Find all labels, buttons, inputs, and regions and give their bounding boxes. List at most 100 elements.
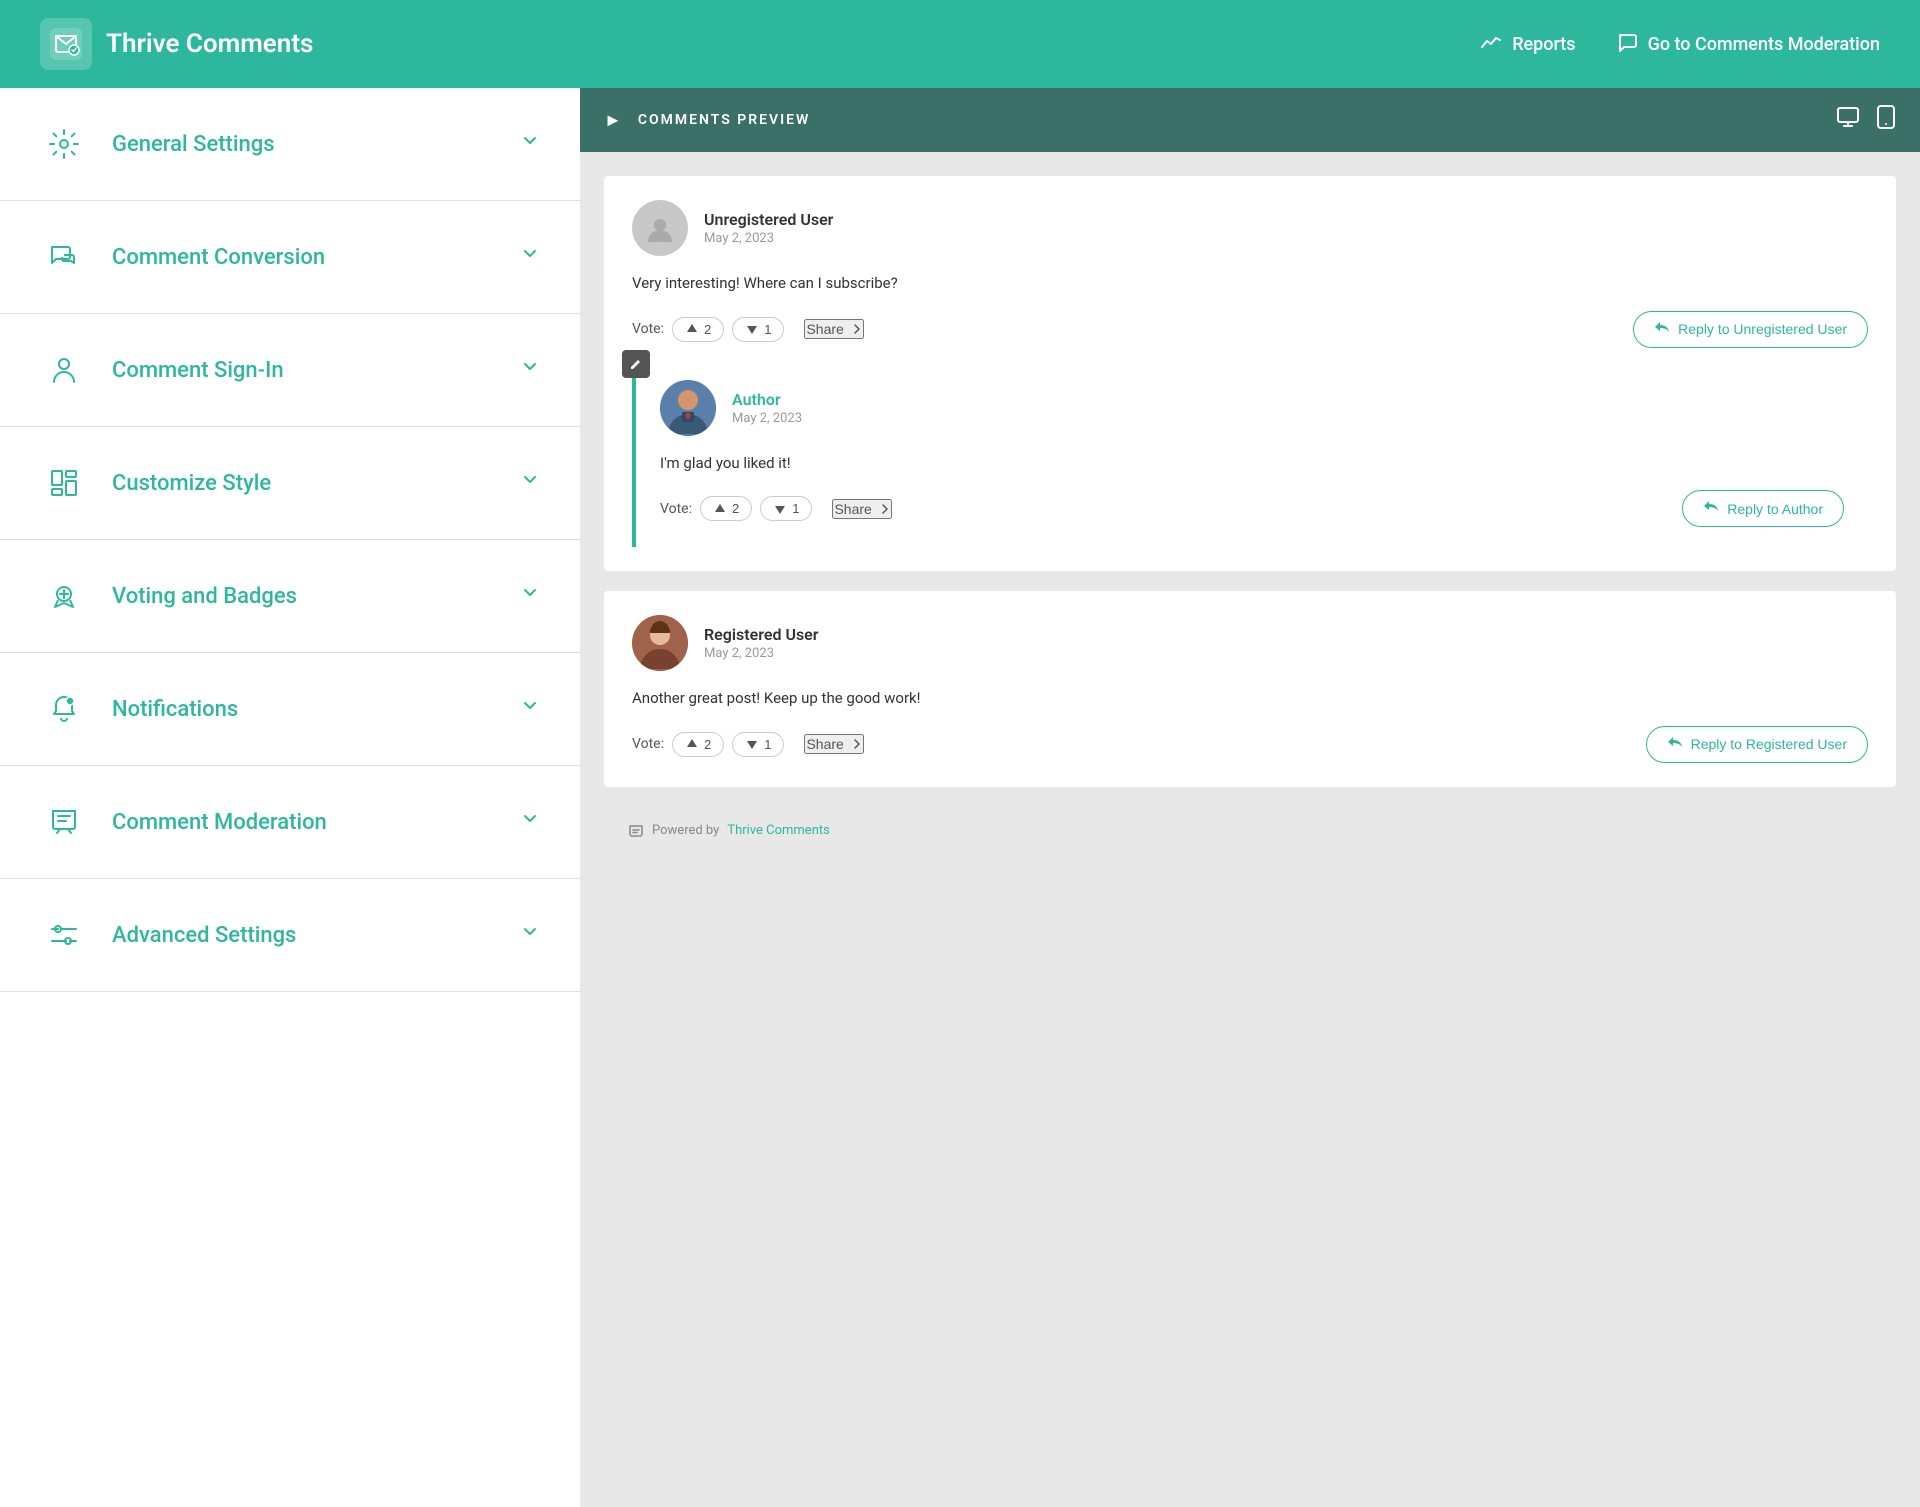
unregistered-comment-body: Very interesting! Where can I subscribe? bbox=[632, 272, 1868, 295]
voting-badges-chevron bbox=[520, 583, 540, 609]
nested-comment-author: Author May 2, 2023 I'm glad you liked it… bbox=[632, 360, 1868, 548]
vote-label-registered: Vote: bbox=[632, 736, 664, 752]
sidebar-item-notifications[interactable]: Notifications bbox=[0, 653, 580, 766]
unregistered-comment-actions: Vote: 2 1 Share bbox=[632, 311, 1868, 348]
comment-sign-in-icon bbox=[40, 346, 88, 394]
advanced-settings-icon bbox=[40, 911, 88, 959]
comment-moderation-label: Comment Moderation bbox=[112, 810, 520, 835]
voting-badges-icon bbox=[40, 572, 88, 620]
mobile-view-icon[interactable] bbox=[1876, 105, 1896, 135]
upvote-count-unregistered: 2 bbox=[704, 322, 711, 337]
desktop-view-icon[interactable] bbox=[1836, 105, 1860, 135]
advanced-settings-chevron bbox=[520, 922, 540, 948]
reply-button-author[interactable]: Reply to Author bbox=[1682, 490, 1844, 527]
registered-comment-body: Another great post! Keep up the good wor… bbox=[632, 687, 1868, 710]
unregistered-vote-section: Vote: 2 1 Share bbox=[632, 317, 1633, 342]
share-button-author[interactable]: Share bbox=[832, 499, 891, 519]
notifications-icon bbox=[40, 685, 88, 733]
general-settings-chevron bbox=[520, 131, 540, 157]
upvote-count-registered: 2 bbox=[704, 737, 711, 752]
unregistered-date: May 2, 2023 bbox=[704, 231, 833, 246]
notifications-chevron bbox=[520, 696, 540, 722]
downvote-button-unregistered[interactable]: 1 bbox=[732, 317, 784, 342]
reply-button-registered[interactable]: Reply to Registered User bbox=[1646, 726, 1868, 763]
voting-badges-label: Voting and Badges bbox=[112, 584, 520, 609]
author-user-info: Author May 2, 2023 bbox=[732, 390, 802, 426]
preview-expand-icon[interactable]: ► bbox=[604, 110, 622, 131]
main-layout: General Settings Comment Conversion bbox=[0, 88, 1920, 1507]
moderation-icon bbox=[1616, 31, 1638, 58]
share-button-registered[interactable]: Share bbox=[804, 734, 863, 754]
sidebar-item-comment-conversion[interactable]: Comment Conversion bbox=[0, 201, 580, 314]
registered-date: May 2, 2023 bbox=[704, 646, 819, 661]
reply-button-unregistered[interactable]: Reply to Unregistered User bbox=[1633, 311, 1868, 348]
upvote-count-author: 2 bbox=[732, 501, 739, 516]
downvote-button-registered[interactable]: 1 bbox=[732, 732, 784, 757]
comment-sign-in-chevron bbox=[520, 357, 540, 383]
unregistered-avatar bbox=[632, 200, 688, 256]
sidebar-item-comment-moderation[interactable]: Comment Moderation bbox=[0, 766, 580, 879]
preview-panel: ► COMMENTS PREVIEW bbox=[580, 88, 1920, 1507]
upvote-button-author[interactable]: 2 bbox=[700, 496, 752, 521]
vote-label: Vote: bbox=[632, 321, 664, 337]
author-comment-body: I'm glad you liked it! bbox=[660, 452, 1844, 475]
comment-conversion-label: Comment Conversion bbox=[112, 245, 520, 270]
comment-conversion-chevron bbox=[520, 244, 540, 270]
registered-comment-actions: Vote: 2 1 Share bbox=[632, 726, 1868, 763]
reports-icon bbox=[1480, 31, 1502, 58]
downvote-button-author[interactable]: 1 bbox=[760, 496, 812, 521]
reply-label-unregistered: Reply to Unregistered User bbox=[1678, 321, 1847, 337]
edit-icon-badge bbox=[622, 350, 650, 378]
powered-by-link[interactable]: Thrive Comments bbox=[727, 823, 830, 838]
advanced-settings-label: Advanced Settings bbox=[112, 923, 520, 948]
header-nav: Reports Go to Comments Moderation bbox=[1480, 31, 1880, 58]
sidebar-item-voting-badges[interactable]: Voting and Badges bbox=[0, 540, 580, 653]
moderation-label: Go to Comments Moderation bbox=[1648, 34, 1880, 55]
vote-label-author: Vote: bbox=[660, 501, 692, 517]
preview-view-icons bbox=[1836, 105, 1896, 135]
author-date: May 2, 2023 bbox=[732, 411, 802, 426]
customize-style-chevron bbox=[520, 470, 540, 496]
sidebar-item-advanced-settings[interactable]: Advanced Settings bbox=[0, 879, 580, 992]
comment-moderation-icon bbox=[40, 798, 88, 846]
registered-user-info: Registered User May 2, 2023 bbox=[704, 625, 819, 661]
reply-icon-author bbox=[1703, 499, 1719, 518]
registered-vote-section: Vote: 2 1 Share bbox=[632, 732, 1646, 757]
reply-label-author: Reply to Author bbox=[1727, 501, 1823, 517]
logo-icon bbox=[40, 18, 92, 70]
sidebar-item-general-settings[interactable]: General Settings bbox=[0, 88, 580, 201]
customize-style-label: Customize Style bbox=[112, 471, 520, 496]
powered-by-section: Powered by Thrive Comments bbox=[604, 807, 1896, 855]
unregistered-username: Unregistered User bbox=[704, 210, 833, 229]
comment-header-unregistered: Unregistered User May 2, 2023 bbox=[632, 200, 1868, 256]
author-comment-actions: Vote: 2 1 Share bbox=[660, 490, 1844, 527]
share-button-unregistered[interactable]: Share bbox=[804, 319, 863, 339]
powered-by-text: Powered by bbox=[652, 823, 719, 838]
reply-icon-unregistered bbox=[1654, 320, 1670, 339]
registered-avatar bbox=[632, 615, 688, 671]
preview-header: ► COMMENTS PREVIEW bbox=[580, 88, 1920, 152]
author-comment-header: Author May 2, 2023 bbox=[660, 380, 1844, 436]
comment-sign-in-label: Comment Sign-In bbox=[112, 358, 520, 383]
general-settings-label: General Settings bbox=[112, 132, 520, 157]
nested-comment-wrapper: Author May 2, 2023 I'm glad you liked it… bbox=[632, 360, 1868, 548]
moderation-nav-item[interactable]: Go to Comments Moderation bbox=[1616, 31, 1880, 58]
preview-title: COMMENTS PREVIEW bbox=[638, 112, 1820, 128]
comment-card-unregistered: Unregistered User May 2, 2023 Very inter… bbox=[604, 176, 1896, 571]
reports-label: Reports bbox=[1512, 34, 1575, 55]
upvote-button-registered[interactable]: 2 bbox=[672, 732, 724, 757]
reports-nav-item[interactable]: Reports bbox=[1480, 31, 1575, 58]
reply-label-registered: Reply to Registered User bbox=[1691, 736, 1847, 752]
app-title: Thrive Comments bbox=[106, 29, 313, 59]
author-avatar bbox=[660, 380, 716, 436]
sidebar-item-comment-sign-in[interactable]: Comment Sign-In bbox=[0, 314, 580, 427]
app-header: Thrive Comments Reports Go to Comments M… bbox=[0, 0, 1920, 88]
sidebar-item-customize-style[interactable]: Customize Style bbox=[0, 427, 580, 540]
notifications-label: Notifications bbox=[112, 697, 520, 722]
downvote-count-author: 1 bbox=[792, 501, 799, 516]
author-username: Author bbox=[732, 390, 802, 409]
logo-area: Thrive Comments bbox=[40, 18, 313, 70]
upvote-button-unregistered[interactable]: 2 bbox=[672, 317, 724, 342]
registered-comment-header: Registered User May 2, 2023 bbox=[632, 615, 1868, 671]
reply-icon-registered bbox=[1667, 735, 1683, 754]
